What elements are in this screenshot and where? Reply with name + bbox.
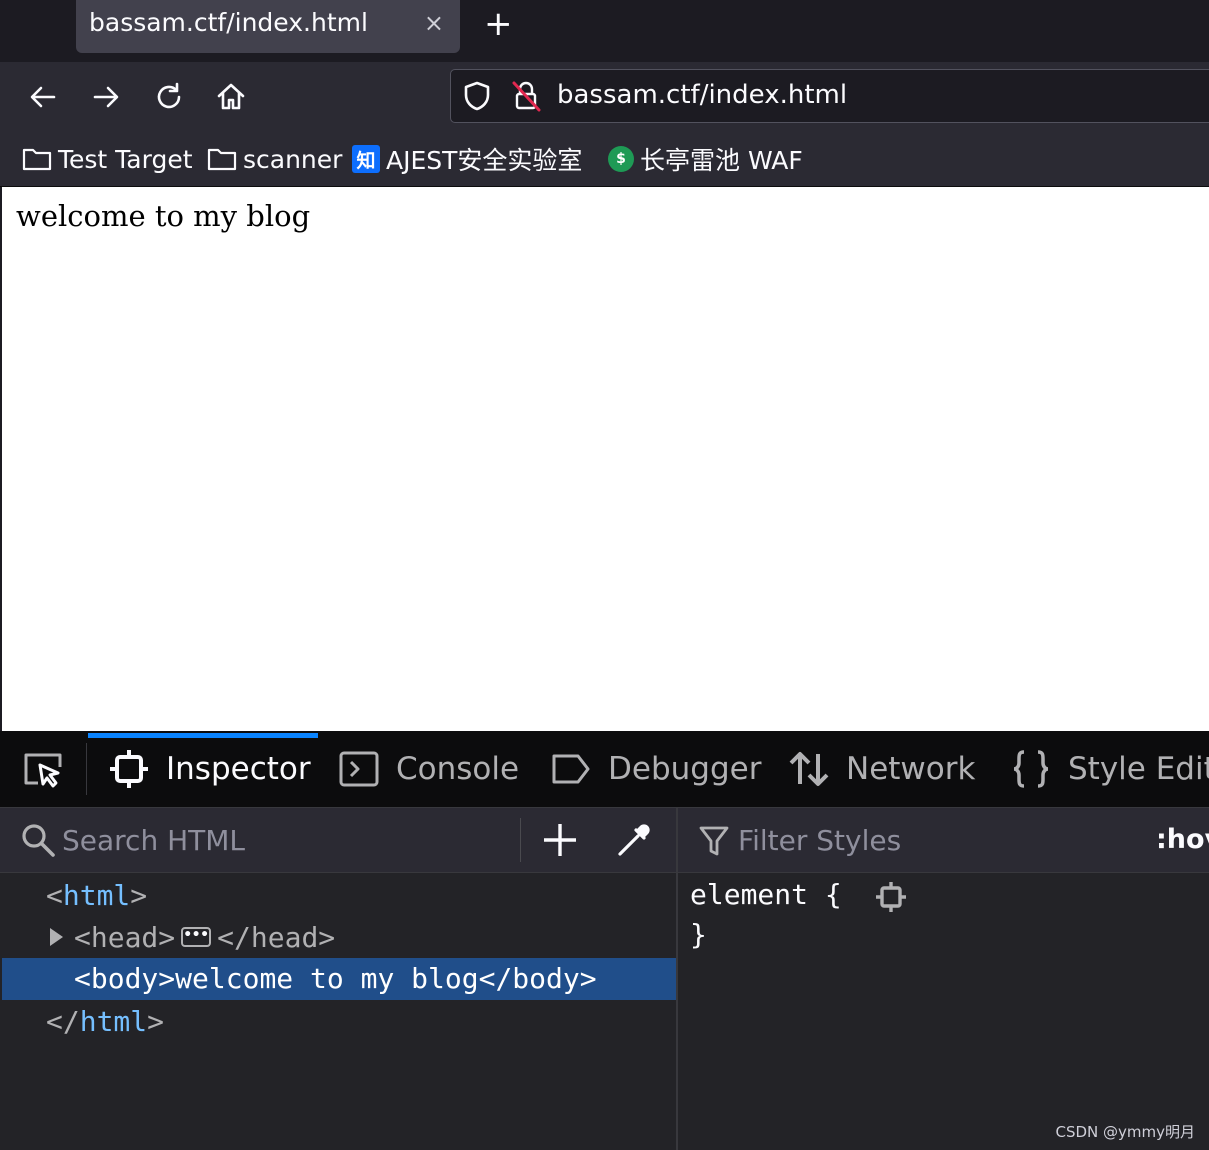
- toolbar-separator: [520, 818, 521, 862]
- navigation-toolbar: bassam.ctf/index.html: [0, 62, 1209, 132]
- bookmark-scanner[interactable]: scanner: [207, 142, 342, 176]
- folder-icon: [22, 146, 52, 172]
- tag-bracket: <: [46, 879, 63, 912]
- close-tab-icon[interactable]: ×: [424, 9, 444, 37]
- bookmark-ajest[interactable]: 知 AJEST安全实验室: [352, 142, 582, 176]
- tag-bracket: </: [46, 1005, 80, 1038]
- tag-bracket: >: [130, 879, 148, 912]
- tab-label: Debugger: [608, 751, 762, 787]
- tab-style-editor[interactable]: Style Edito: [1010, 731, 1209, 807]
- pseudo-class-toggle[interactable]: :hov: [1156, 824, 1209, 855]
- braces-icon: [1013, 750, 1049, 788]
- tag-name: html: [79, 1005, 148, 1038]
- selector-text: element: [690, 878, 809, 911]
- filter-styles-input[interactable]: Filter Styles: [738, 824, 901, 857]
- tag-name: html: [62, 879, 131, 912]
- eyedropper-icon[interactable]: [614, 820, 654, 860]
- back-button[interactable]: [26, 80, 60, 114]
- collapsed-ellipsis-icon[interactable]: •••: [181, 927, 212, 947]
- bookmark-test-target[interactable]: Test Target: [22, 142, 193, 176]
- tab-label: Inspector: [166, 751, 311, 787]
- expand-twisty-icon[interactable]: [50, 928, 63, 946]
- shield-icon[interactable]: [461, 80, 493, 112]
- bookmark-label: Test Target: [58, 144, 193, 174]
- tab-debugger[interactable]: Debugger: [550, 731, 761, 807]
- rules-panel: Filter Styles :hov element { }: [678, 808, 1209, 1150]
- active-tab-indicator: [88, 733, 318, 738]
- tab-inspector[interactable]: Inspector: [108, 731, 311, 807]
- filter-styles-bar: Filter Styles :hov: [678, 808, 1209, 873]
- bookmarks-toolbar: Test Target scanner 知 AJEST安全实验室 $ 长亭雷池 …: [0, 132, 1209, 187]
- tab-title: bassam.ctf/index.html: [89, 8, 368, 37]
- search-icon: [22, 824, 55, 857]
- toolbar-separator: [86, 743, 87, 795]
- tab-label: Network: [846, 751, 976, 787]
- url-bar[interactable]: bassam.ctf/index.html: [450, 69, 1209, 123]
- page-viewport: welcome to my blog: [2, 187, 1209, 731]
- reload-button[interactable]: [152, 80, 186, 114]
- tab-label: Style Edito: [1068, 751, 1209, 787]
- browser-tab[interactable]: bassam.ctf/index.html ×: [76, 0, 460, 53]
- tab-strip: bassam.ctf/index.html × +: [0, 0, 1209, 62]
- tag-text: </head>: [217, 921, 336, 954]
- tag-bracket: >: [147, 1005, 165, 1038]
- bookmark-label: AJEST安全实验室: [386, 146, 583, 175]
- rule-close-brace: }: [690, 918, 707, 951]
- console-icon: [339, 751, 379, 787]
- markup-body-node: <body>welcome to my blog</body>: [74, 959, 597, 999]
- element-picker-icon[interactable]: [20, 749, 66, 791]
- network-icon: [789, 752, 829, 786]
- tab-label: Console: [396, 751, 520, 787]
- arrow-left-icon: [30, 86, 56, 108]
- tag-text: </body>: [478, 962, 597, 995]
- markup-panel: Search HTML <html> <head> ••• </head> <bod…: [0, 808, 676, 1150]
- add-node-icon[interactable]: [540, 820, 580, 860]
- watermark: CSDN @ymmy明月: [1055, 1123, 1195, 1141]
- devtools-toolbar: Inspector Console Debugger Network Style…: [0, 731, 1209, 808]
- reload-icon: [157, 82, 181, 109]
- node-text: welcome to my blog: [175, 962, 479, 995]
- insecure-lock-icon[interactable]: [511, 80, 541, 112]
- tag-text: <head>: [74, 921, 176, 954]
- node-highlight-icon[interactable]: [874, 880, 908, 914]
- bookmark-label: 长亭雷池 WAF: [640, 146, 803, 175]
- bookmark-label: scanner: [243, 144, 343, 174]
- search-html-input[interactable]: Search HTML: [62, 824, 245, 857]
- page-body-text: welcome to my blog: [16, 199, 311, 233]
- tab-network[interactable]: Network: [788, 731, 975, 807]
- home-button[interactable]: [214, 80, 248, 114]
- home-icon: [217, 83, 245, 110]
- rule-selector: element {: [690, 878, 842, 911]
- arrow-right-icon: [93, 86, 119, 108]
- search-html-bar: Search HTML: [0, 808, 676, 873]
- selected-body-node[interactable]: <body>welcome to my blog</body>: [2, 958, 676, 1000]
- tab-console[interactable]: Console: [338, 731, 519, 807]
- tag-text: <body>: [74, 962, 176, 995]
- url-text[interactable]: bassam.ctf/index.html: [557, 80, 847, 110]
- filter-icon: [699, 826, 729, 856]
- zhihu-icon: 知: [352, 145, 380, 173]
- folder-icon: [207, 146, 237, 172]
- brace: {: [824, 878, 842, 911]
- forward-button[interactable]: [89, 80, 123, 114]
- markup-html-open[interactable]: <html>: [46, 876, 147, 916]
- markup-html-close[interactable]: </html>: [46, 1002, 164, 1042]
- debugger-icon: [552, 754, 590, 784]
- bookmark-chaitin-waf[interactable]: $ 长亭雷池 WAF: [608, 142, 803, 176]
- markup-head-node[interactable]: <head> ••• </head>: [74, 918, 335, 958]
- inspector-icon: [110, 750, 148, 788]
- chaitin-icon: $: [608, 146, 634, 172]
- new-tab-button[interactable]: +: [484, 4, 513, 44]
